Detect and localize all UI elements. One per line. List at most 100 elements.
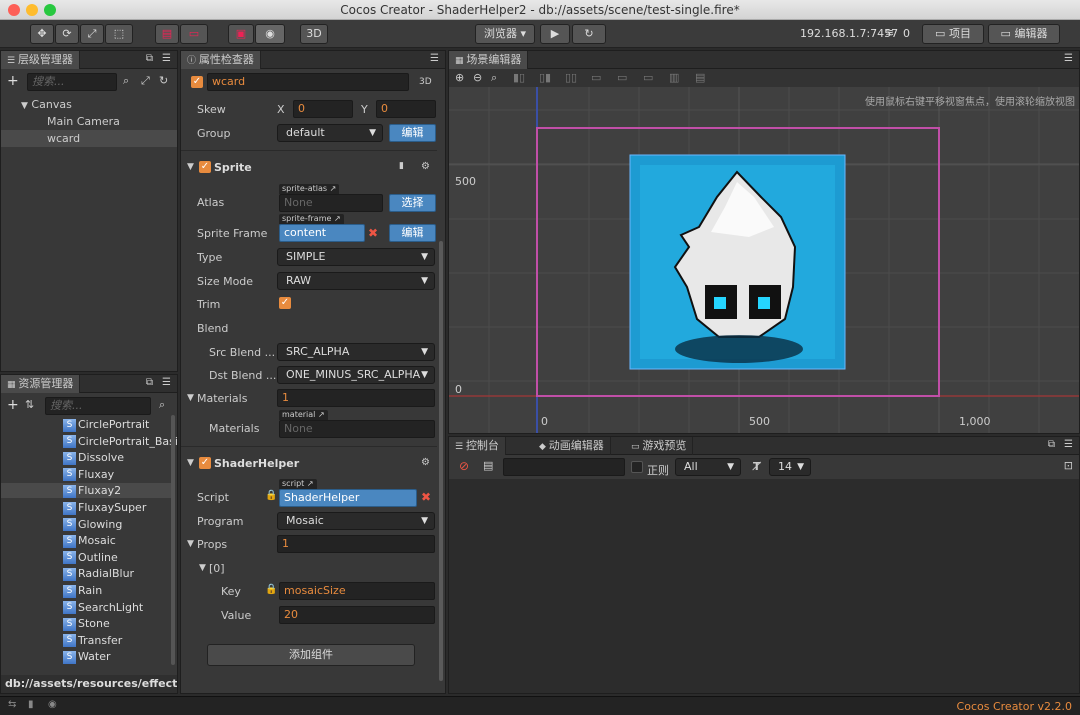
align-right-icon[interactable]: ▯▯ (565, 71, 577, 84)
sort-icon[interactable]: ⇅ (25, 398, 34, 411)
src-blend-select[interactable]: SRC_ALPHA ▼ (277, 343, 435, 361)
distribute-horizontal-icon[interactable]: ▥ (669, 71, 679, 84)
chevron-down-icon[interactable]: ▼ (199, 563, 206, 573)
tab-console[interactable]: ☰ 控制台 (449, 437, 506, 455)
tab-scene[interactable]: ▦ 场景编辑器 (449, 51, 529, 69)
program-select[interactable]: Mosaic ▼ (277, 512, 435, 530)
add-asset-icon[interactable]: + (7, 397, 19, 413)
asset-item[interactable]: S Outline (63, 550, 118, 565)
tab-assets[interactable]: ▦ 资源管理器 (1, 375, 81, 393)
refresh-button[interactable]: ↻ (572, 24, 606, 44)
database-icon[interactable]: ▮ (28, 699, 34, 710)
world-toggle-button[interactable]: ◉ (255, 24, 285, 44)
refresh-icon[interactable]: ↻ (159, 74, 168, 87)
asset-item[interactable]: S Mosaic (63, 533, 116, 548)
chevron-down-icon[interactable]: ▼ (187, 162, 194, 172)
maximize-window-button[interactable] (44, 4, 56, 16)
tree-item-canvas[interactable]: ▼ Canvas (1, 96, 177, 113)
asset-item[interactable]: S Dissolve (63, 450, 124, 465)
gear-icon[interactable]: ⚙ (421, 161, 430, 172)
group-select[interactable]: default ▼ (277, 124, 383, 142)
materials-count-input[interactable]: 1 (277, 389, 435, 407)
asset-item[interactable]: S Rain (63, 583, 102, 598)
sprite-frame-edit-button[interactable]: 编辑 (389, 224, 436, 242)
close-window-button[interactable] (8, 4, 20, 16)
tree-item-main-camera[interactable]: Main Camera (1, 113, 177, 130)
menu-icon[interactable]: ☰ (1064, 439, 1073, 450)
key-input[interactable]: mosaicSize (279, 582, 435, 600)
clear-console-icon[interactable]: ⊘ (459, 459, 469, 473)
distribute-vertical-icon[interactable]: ▤ (695, 71, 705, 84)
minimize-window-button[interactable] (26, 4, 38, 16)
trim-checkbox[interactable]: ✓ (279, 297, 291, 309)
node-name-input[interactable]: wcard (207, 73, 409, 91)
font-size-select[interactable]: 14 ▼ (769, 458, 811, 476)
align-top-icon[interactable]: ▭ (591, 71, 601, 84)
asset-item[interactable]: S CirclePortrait (63, 417, 149, 432)
shader-helper-enabled-checkbox[interactable]: ✓ (199, 457, 211, 469)
tab-game-preview[interactable]: ▭ 游戏预览 (625, 437, 694, 455)
log-level-select[interactable]: All ▼ (675, 458, 741, 476)
scene-viewport[interactable]: 使用鼠标右键平移视窗焦点，使用滚轮缩放视图 500 0 0 500 1,000 (449, 87, 1079, 433)
browser-select[interactable]: 浏览器 ▾ (475, 24, 535, 44)
rect-tool-button[interactable]: ⬚ (105, 24, 133, 44)
material-field[interactable]: None (279, 420, 435, 438)
open-editor-button[interactable]: ▭ 编辑器 (988, 24, 1060, 44)
tree-item-wcard[interactable]: wcard (1, 130, 177, 147)
asset-item[interactable]: S SearchLight (63, 600, 143, 615)
menu-icon[interactable]: ☰ (162, 377, 171, 388)
atlas-field[interactable]: None (279, 194, 383, 212)
asset-item[interactable]: S Fluxay (63, 467, 114, 482)
console-filter-input[interactable] (503, 458, 625, 476)
clear-icon[interactable]: ✖ (368, 226, 378, 240)
play-button[interactable]: ▶ (540, 24, 570, 44)
rotate-tool-button[interactable]: ⟳ (55, 24, 79, 44)
node-active-checkbox[interactable]: ✓ (191, 76, 203, 88)
skew-y-input[interactable]: 0 (376, 100, 436, 118)
popout-icon[interactable]: ⧉ (1048, 439, 1055, 450)
value-input[interactable]: 20 (279, 606, 435, 624)
align-center-icon[interactable]: ▯▮ (539, 71, 551, 84)
skew-x-input[interactable]: 0 (293, 100, 353, 118)
chevron-down-icon[interactable]: ▼ (187, 458, 194, 468)
asset-item[interactable]: S RadialBlur (63, 566, 134, 581)
popout-icon[interactable]: ⧉ (146, 377, 153, 388)
asset-item[interactable]: S Water (63, 649, 111, 664)
sprite-enabled-checkbox[interactable]: ✓ (199, 161, 211, 173)
align-middle-icon[interactable]: ▭ (617, 71, 627, 84)
assets-scrollbar[interactable] (171, 415, 175, 665)
zoom-reset-icon[interactable]: ⌕ (491, 71, 497, 85)
dst-blend-select[interactable]: ONE_MINUS_SRC_ALPHA ▼ (277, 366, 435, 384)
help-book-icon[interactable]: ▮ (399, 161, 404, 171)
asset-item[interactable]: S Stone (63, 616, 110, 631)
chevron-down-icon[interactable]: ▼ (187, 393, 194, 403)
assets-search-input[interactable]: 搜索... (45, 397, 151, 415)
align-bottom-icon[interactable]: ▭ (643, 71, 653, 84)
type-select[interactable]: SIMPLE ▼ (277, 248, 435, 266)
zoom-in-icon[interactable]: ⊕ (455, 71, 464, 84)
regex-checkbox[interactable] (631, 461, 643, 473)
toggle-3d-button[interactable]: 3D (300, 24, 328, 44)
asset-item[interactable]: S Fluxay2 (1, 483, 171, 499)
tab-inspector[interactable]: ⓘ 属性检查器 (181, 51, 261, 69)
tab-hierarchy[interactable]: ☰ 层级管理器 (1, 51, 80, 69)
tab-animation[interactable]: ◆ 动画编辑器 (533, 437, 611, 455)
props-count-input[interactable]: 1 (277, 535, 435, 553)
size-mode-select[interactable]: RAW ▼ (277, 272, 435, 290)
asset-item[interactable]: S FluxaySuper (63, 500, 146, 515)
log-file-icon[interactable]: ▤ (483, 459, 493, 472)
group-edit-button[interactable]: 编辑 (389, 124, 436, 142)
clear-icon[interactable]: ✖ (421, 490, 431, 504)
preview-icon[interactable]: ◉ (48, 699, 57, 710)
asset-item[interactable]: S Glowing (63, 517, 122, 532)
open-project-button[interactable]: ▭ 项目 (922, 24, 984, 44)
search-icon[interactable]: ⌕ (123, 74, 129, 88)
asset-item[interactable]: S CirclePortrait_Basic (63, 434, 177, 449)
expand-all-icon[interactable]: ⤢ (141, 74, 150, 88)
pivot-toggle-button[interactable]: ▣ (228, 24, 254, 44)
asset-item[interactable]: S Transfer (63, 633, 122, 648)
menu-icon[interactable]: ☰ (162, 53, 171, 64)
local-global-toggle-button[interactable]: ▭ (180, 24, 208, 44)
atlas-select-button[interactable]: 选择 (389, 194, 436, 212)
scale-tool-button[interactable]: ⤢ (80, 24, 104, 44)
